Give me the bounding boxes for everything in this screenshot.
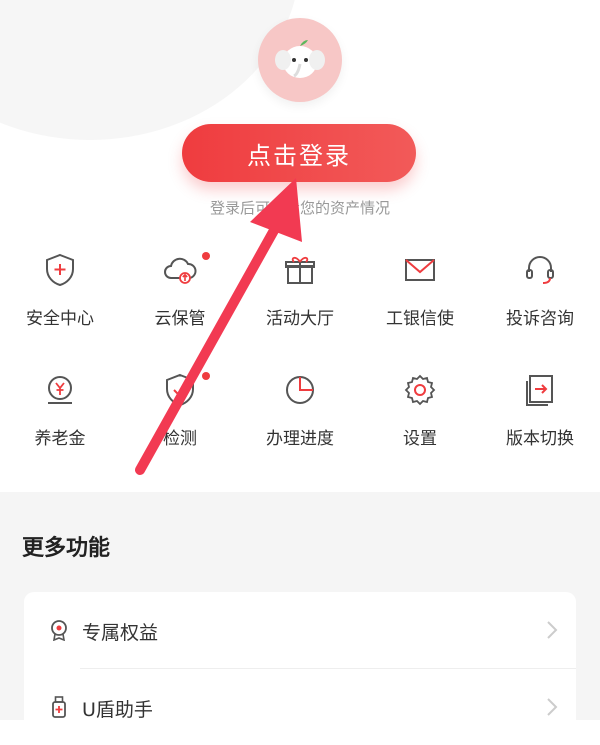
- shield-plus-icon: [46, 253, 74, 287]
- background-arc: [0, 0, 300, 140]
- quick-action-security-center[interactable]: 安全中心: [0, 252, 120, 362]
- quick-action-label: 办理进度: [266, 429, 334, 449]
- switch-icon: [526, 375, 553, 406]
- usb-key-icon: [52, 696, 66, 718]
- quick-action-pension[interactable]: 养老金: [0, 372, 120, 482]
- elephant-mascot-icon: [275, 40, 325, 78]
- gear-icon: [404, 374, 436, 406]
- quick-action-progress[interactable]: 办理进度: [240, 372, 360, 482]
- pie-chart-icon: [286, 376, 314, 404]
- quick-actions-row-2: 养老金 检测 办理进度 设置 版本切换: [0, 372, 600, 482]
- quick-action-label: 投诉咨询: [506, 309, 574, 329]
- more-functions-card: 专属权益 U盾助手: [24, 592, 576, 732]
- quick-actions-row-1: 安全中心 云保管 活动大厅 工银信使 投诉咨询: [0, 252, 600, 362]
- quick-action-label: 版本切换: [506, 429, 574, 449]
- quick-action-detection[interactable]: 检测: [120, 372, 240, 482]
- quick-action-settings[interactable]: 设置: [360, 372, 480, 482]
- chevron-right-icon: [547, 698, 558, 716]
- quick-action-version-switch[interactable]: 版本切换: [480, 372, 600, 482]
- medal-icon: [51, 620, 67, 641]
- quick-action-label: 安全中心: [26, 309, 94, 329]
- account-header: 点击登录 登录后可查看您的资产情况 安全中心 云保管 活动大厅 工银信使 投诉咨…: [0, 0, 600, 492]
- headset-icon: [526, 256, 554, 284]
- quick-action-label: 工银信使: [386, 309, 454, 329]
- quick-action-icbc-messenger[interactable]: 工银信使: [360, 252, 480, 362]
- quick-action-label: 检测: [163, 429, 197, 449]
- more-item-label: U盾助手: [82, 699, 153, 721]
- chevron-right-icon: [547, 621, 558, 639]
- login-button[interactable]: 点击登录: [182, 124, 416, 182]
- pension-coin-icon: [48, 376, 72, 404]
- quick-action-complaint-inquiry[interactable]: 投诉咨询: [480, 252, 600, 362]
- notification-dot: [202, 252, 210, 260]
- quick-action-cloud-storage[interactable]: 云保管: [120, 252, 240, 362]
- more-item-ushield-assistant[interactable]: U盾助手: [24, 669, 576, 745]
- gift-icon: [285, 256, 315, 284]
- section-title: 更多功能: [22, 536, 111, 561]
- quick-action-label: 云保管: [154, 309, 206, 329]
- more-item-label: 专属权益: [82, 622, 159, 644]
- more-item-exclusive-benefits[interactable]: 专属权益: [24, 592, 576, 669]
- quick-action-label: 活动大厅: [266, 309, 334, 329]
- quick-action-activity-hall[interactable]: 活动大厅: [240, 252, 360, 362]
- mail-icon: [405, 259, 435, 281]
- cloud-upload-icon: [164, 257, 197, 284]
- notification-dot: [202, 372, 210, 380]
- login-hint: 登录后可查看您的资产情况: [209, 199, 390, 217]
- quick-action-label: 设置: [403, 429, 437, 449]
- avatar[interactable]: [258, 18, 342, 102]
- more-functions-section: 更多功能 专属权益 U盾助手: [0, 492, 600, 732]
- shield-check-icon: [166, 373, 194, 407]
- quick-action-label: 养老金: [34, 429, 86, 449]
